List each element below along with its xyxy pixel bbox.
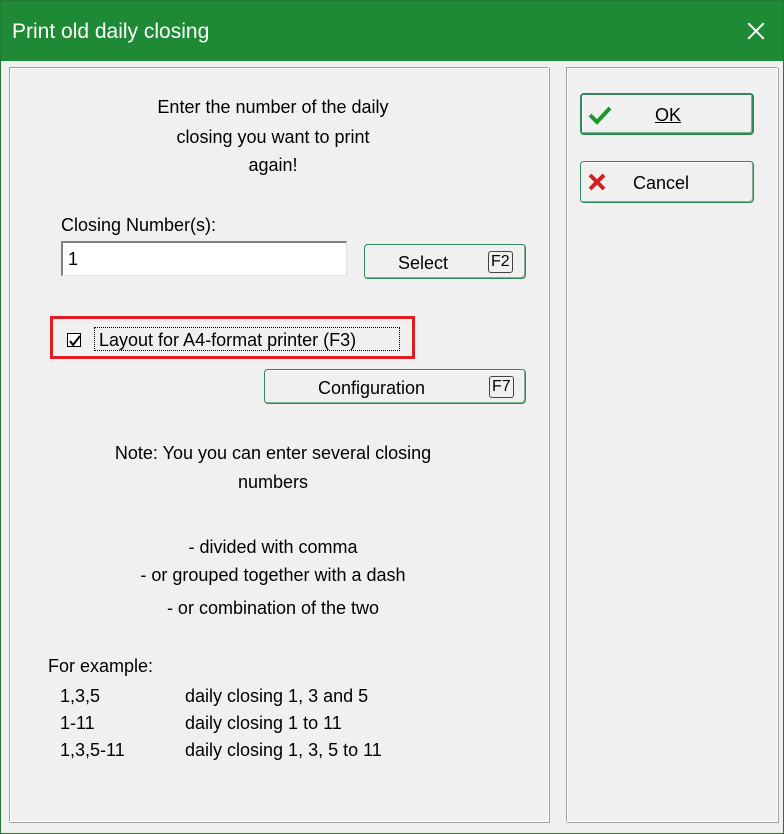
closing-number-input[interactable]: 1 bbox=[61, 241, 347, 276]
checkmark-icon bbox=[69, 335, 81, 347]
cancel-icon bbox=[588, 173, 606, 191]
layout-checkbox-label[interactable]: Layout for A4-format printer (F3) bbox=[99, 330, 356, 351]
select-button-label: Select bbox=[398, 253, 449, 273]
intro-line-3: again! bbox=[248, 155, 298, 175]
select-button[interactable]: Select F2 bbox=[364, 244, 526, 279]
examples-heading: For example: bbox=[48, 656, 154, 676]
ok-button-label: OK bbox=[655, 105, 682, 125]
cancel-button[interactable]: Cancel bbox=[580, 161, 754, 203]
note-item-1: - divided with comma bbox=[188, 537, 358, 557]
layout-checkbox[interactable] bbox=[67, 333, 81, 347]
title-bar: Print old daily closing bbox=[1, 1, 783, 61]
cancel-button-label: Cancel bbox=[633, 173, 690, 193]
example-desc: daily closing 1, 3, 5 to 11 bbox=[185, 740, 382, 760]
ok-button[interactable]: OK bbox=[580, 93, 754, 135]
configuration-button-label: Configuration bbox=[318, 378, 426, 398]
configuration-button[interactable]: Configuration F7 bbox=[264, 369, 526, 404]
note-item-3: - or combination of the two bbox=[166, 598, 380, 618]
example-code: 1,3,5-11 bbox=[60, 740, 125, 760]
note-line-1: Note: You you can enter several closing bbox=[114, 443, 432, 463]
intro-line-2: closing you want to print bbox=[176, 127, 370, 147]
check-icon bbox=[588, 106, 612, 125]
intro-line-1: Enter the number of the daily bbox=[157, 97, 389, 117]
example-code: 1,3,5 bbox=[60, 686, 101, 706]
closing-number-label: Closing Number(s): bbox=[61, 215, 217, 235]
example-desc: daily closing 1 to 11 bbox=[185, 713, 342, 733]
window-title: Print old daily closing bbox=[12, 20, 210, 43]
close-icon[interactable] bbox=[725, 1, 783, 61]
select-shortcut-key: F2 bbox=[488, 251, 513, 273]
configuration-shortcut-key: F7 bbox=[489, 376, 514, 398]
note-item-2: - or grouped together with a dash bbox=[140, 565, 406, 585]
example-code: 1-11 bbox=[60, 713, 95, 733]
note-line-2: numbers bbox=[237, 472, 309, 492]
example-desc: daily closing 1, 3 and 5 bbox=[185, 686, 369, 706]
